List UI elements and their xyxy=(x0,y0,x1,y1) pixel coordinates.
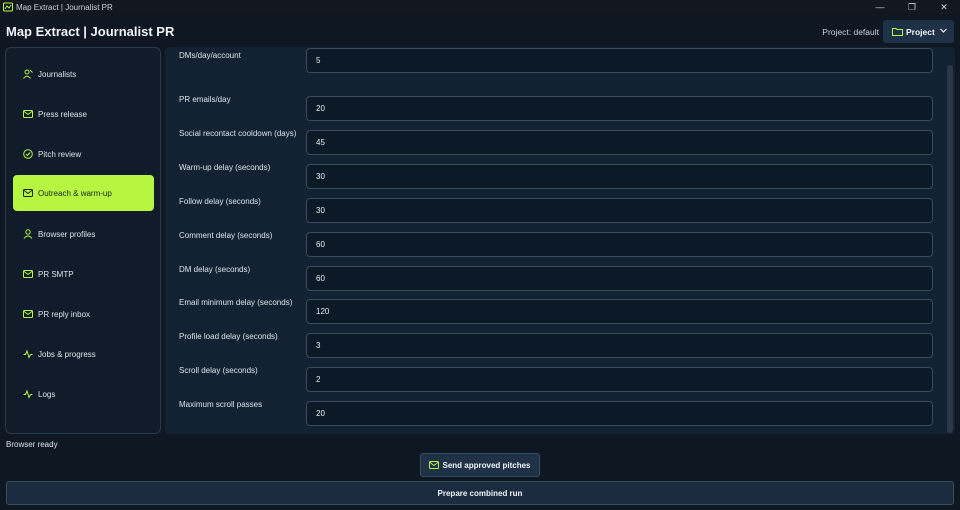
pr-emails-per-day-input[interactable]: 20 xyxy=(306,96,933,121)
mail-icon xyxy=(23,189,33,197)
sidebar-item-label: PR SMTP xyxy=(38,269,74,279)
profile-load-delay-input[interactable]: 3 xyxy=(306,333,933,358)
project-button-label: Project xyxy=(906,26,935,37)
setting-row: Profile load delay (seconds) 3 xyxy=(165,324,940,358)
setting-label: Email minimum delay (seconds) xyxy=(179,298,293,307)
activity-icon xyxy=(23,389,33,399)
project-button[interactable]: Project xyxy=(883,20,954,43)
max-scroll-passes-input[interactable]: 20 xyxy=(306,401,933,426)
scroll-delay-input[interactable]: 2 xyxy=(306,367,933,392)
folder-icon xyxy=(892,28,903,36)
recontact-cooldown-input[interactable]: 45 xyxy=(306,130,933,155)
sidebar-item-label: Pitch review xyxy=(38,149,82,159)
scrollbar[interactable] xyxy=(947,65,953,433)
sidebar-item-label: PR reply inbox xyxy=(38,309,91,319)
setting-label: DMs/day/account xyxy=(179,51,241,60)
journalist-icon xyxy=(23,69,33,79)
sidebar-item-pr-smtp[interactable]: PR SMTP xyxy=(13,256,154,292)
setting-label: PR emails/day xyxy=(179,95,231,104)
sidebar-item-press-release[interactable]: Press release xyxy=(13,96,154,132)
dms-per-day-input[interactable]: 5 xyxy=(306,48,933,73)
sidebar-item-pr-reply-inbox[interactable]: PR reply inbox xyxy=(13,296,154,332)
setting-row: PR emails/day 20 xyxy=(165,87,940,121)
setting-row: Follow delay (seconds) 30 xyxy=(165,189,940,223)
sidebar-item-pitch-review[interactable]: Pitch review xyxy=(13,136,154,172)
chevron-down-icon xyxy=(940,28,947,33)
app-logo-icon xyxy=(3,2,13,12)
sidebar-item-logs[interactable]: Logs xyxy=(13,376,154,412)
setting-row: DMs/day/account 5 xyxy=(165,48,940,91)
setting-label: Social recontact cooldown (days) xyxy=(179,129,297,138)
setting-label: Warm-up delay (seconds) xyxy=(179,163,271,172)
sidebar-item-label: Journalists xyxy=(38,69,77,79)
setting-row: Scroll delay (seconds) 2 xyxy=(165,358,940,392)
mail-icon xyxy=(23,110,33,118)
sidebar-item-browser-profiles[interactable]: Browser profiles xyxy=(13,216,154,252)
setting-label: Follow delay (seconds) xyxy=(179,197,261,206)
setting-label: Profile load delay (seconds) xyxy=(179,332,278,341)
email-min-delay-input[interactable]: 120 xyxy=(306,299,933,324)
warmup-delay-input[interactable]: 30 xyxy=(306,164,933,189)
sidebar-item-label: Logs xyxy=(38,389,56,399)
status-text: Browser ready xyxy=(6,440,58,449)
project-label: Project: default xyxy=(822,27,879,37)
prepare-combined-run-button[interactable]: Prepare combined run xyxy=(6,481,954,505)
setting-row: Social recontact cooldown (days) 45 xyxy=(165,121,940,155)
close-button[interactable]: ✕ xyxy=(928,0,960,14)
send-button-label: Send approved pitches xyxy=(442,460,531,470)
sidebar-item-journalists[interactable]: Journalists xyxy=(13,56,154,92)
prepare-button-label: Prepare combined run xyxy=(437,488,523,498)
user-icon xyxy=(23,229,33,239)
setting-row: Email minimum delay (seconds) 120 xyxy=(165,290,940,324)
setting-label: Scroll delay (seconds) xyxy=(179,366,258,375)
setting-label: Maximum scroll passes xyxy=(179,400,263,409)
minimize-button[interactable]: — xyxy=(864,0,896,14)
setting-label: DM delay (seconds) xyxy=(179,265,251,274)
sidebar-item-label: Jobs & progress xyxy=(38,349,96,359)
window-title: Map Extract | Journalist PR xyxy=(16,2,113,12)
sidebar-item-outreach[interactable]: Outreach & warm-up xyxy=(13,175,154,211)
setting-label: Comment delay (seconds) xyxy=(179,231,273,240)
settings-form: DMs/day/account 5 PR emails/day 20 Socia… xyxy=(165,47,955,434)
restore-button[interactable]: ❐ xyxy=(896,0,928,14)
sidebar-item-jobs-progress[interactable]: Jobs & progress xyxy=(13,336,154,372)
mail-icon xyxy=(23,310,33,318)
send-approved-pitches-button[interactable]: Send approved pitches xyxy=(420,453,540,477)
window-titlebar: Map Extract | Journalist PR — ❐ ✕ xyxy=(0,0,960,14)
sidebar-item-label: Outreach & warm-up xyxy=(38,188,112,198)
setting-row: DM delay (seconds) 60 xyxy=(165,257,940,291)
mail-icon xyxy=(429,461,440,469)
follow-delay-input[interactable]: 30 xyxy=(306,198,933,223)
sidebar-item-label: Browser profiles xyxy=(38,229,96,239)
app-title: Map Extract | Journalist PR xyxy=(6,24,175,39)
setting-row: Warm-up delay (seconds) 30 xyxy=(165,155,940,189)
comment-delay-input[interactable]: 60 xyxy=(306,232,933,257)
check-circle-icon xyxy=(23,149,33,159)
activity-icon xyxy=(23,349,33,359)
sidebar: Journalists Press release Pitch review O… xyxy=(5,47,161,434)
dm-delay-input[interactable]: 60 xyxy=(306,266,933,291)
sidebar-item-label: Press release xyxy=(38,109,87,119)
mail-icon xyxy=(23,270,33,278)
setting-row: Comment delay (seconds) 60 xyxy=(165,223,940,257)
setting-row: Maximum scroll passes 20 xyxy=(165,392,940,426)
